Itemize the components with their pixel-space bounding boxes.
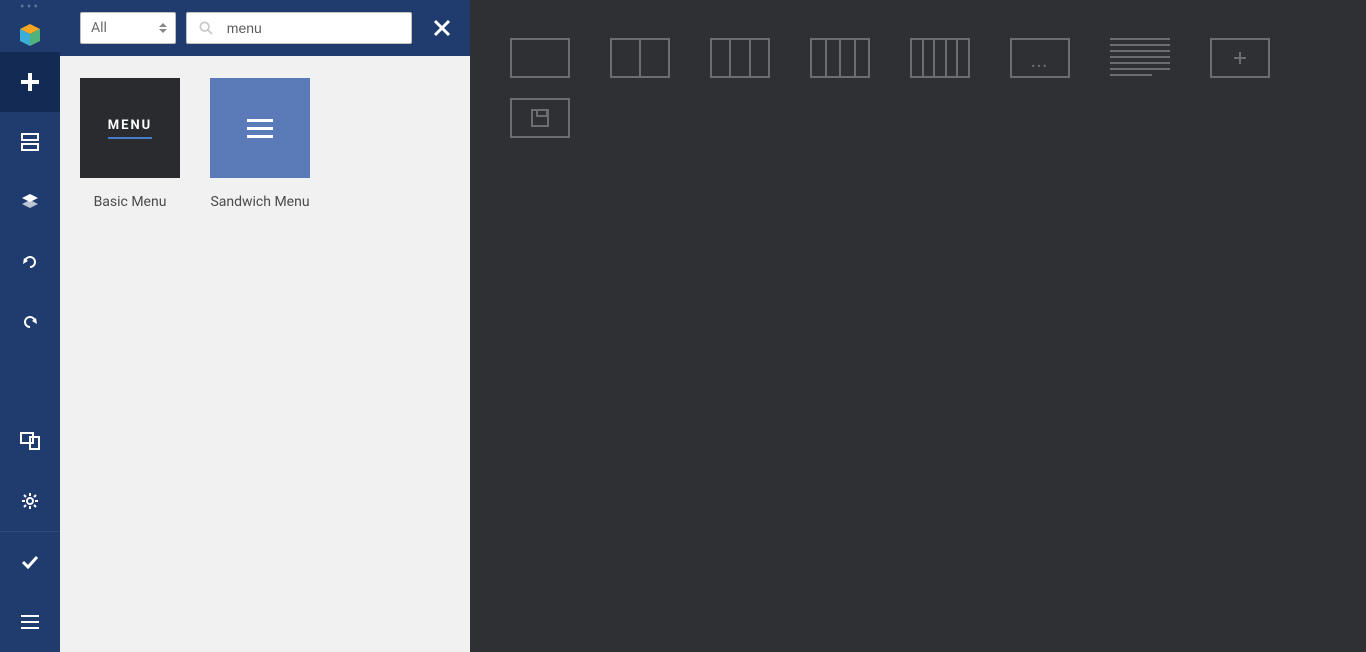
thumb-underline <box>108 137 152 139</box>
element-thumb: MENU <box>80 78 180 178</box>
layout-1col[interactable] <box>510 38 570 78</box>
layout-picker-row <box>510 38 1330 78</box>
layout-2col[interactable] <box>610 38 670 78</box>
nav-menu[interactable] <box>0 592 60 652</box>
layout-text[interactable] <box>1110 38 1170 78</box>
nav-redo[interactable] <box>0 292 60 352</box>
nav-publish[interactable] <box>0 532 60 592</box>
hamburger-icon <box>247 119 273 138</box>
left-nav: ••• <box>0 0 60 652</box>
canvas[interactable] <box>470 0 1366 652</box>
element-thumb <box>210 78 310 178</box>
layers-icon <box>20 192 40 212</box>
panel-body: MENU Basic Menu Sandwich Menu <box>60 56 470 652</box>
element-label: Sandwich Menu <box>210 194 309 210</box>
layout-5col[interactable] <box>910 38 970 78</box>
plus-icon <box>20 72 40 92</box>
save-icon <box>531 109 549 127</box>
gear-icon <box>21 492 39 510</box>
panel-header: All <box>60 0 470 56</box>
nav-sections[interactable] <box>0 112 60 172</box>
element-label: Basic Menu <box>94 194 167 210</box>
search-box <box>186 12 412 44</box>
close-icon <box>433 19 451 37</box>
nav-layers[interactable] <box>0 172 60 232</box>
check-icon <box>21 555 39 569</box>
hamburger-icon <box>21 615 39 629</box>
thumb-text: MENU <box>108 118 152 133</box>
devices-icon <box>20 432 40 450</box>
layout-4col[interactable] <box>810 38 870 78</box>
chevron-updown-icon <box>159 23 167 33</box>
layout-add[interactable] <box>1210 38 1270 78</box>
layout-more[interactable] <box>1010 38 1070 78</box>
layout-picker-row-2 <box>510 98 1330 138</box>
nav-devices[interactable] <box>0 411 60 471</box>
search-icon <box>199 20 213 36</box>
nav-settings[interactable] <box>0 471 60 531</box>
close-panel-button[interactable] <box>426 12 458 44</box>
plus-icon <box>1232 50 1248 66</box>
layout-3col[interactable] <box>710 38 770 78</box>
nav-add-element[interactable] <box>0 52 60 112</box>
search-input[interactable] <box>227 20 399 36</box>
undo-icon <box>21 253 39 271</box>
rows-icon <box>21 133 39 151</box>
category-select[interactable]: All <box>80 12 176 44</box>
redo-icon <box>21 313 39 331</box>
elements-panel: All MENU Basic Menu Sandwich Menu <box>60 0 470 652</box>
nav-undo[interactable] <box>0 232 60 292</box>
category-value: All <box>91 20 107 36</box>
layout-template[interactable] <box>510 98 570 138</box>
drag-handle-icon[interactable]: ••• <box>20 4 40 14</box>
element-basic-menu[interactable]: MENU Basic Menu <box>80 78 180 210</box>
element-sandwich-menu[interactable]: Sandwich Menu <box>210 78 310 210</box>
app-logo[interactable] <box>14 20 46 52</box>
